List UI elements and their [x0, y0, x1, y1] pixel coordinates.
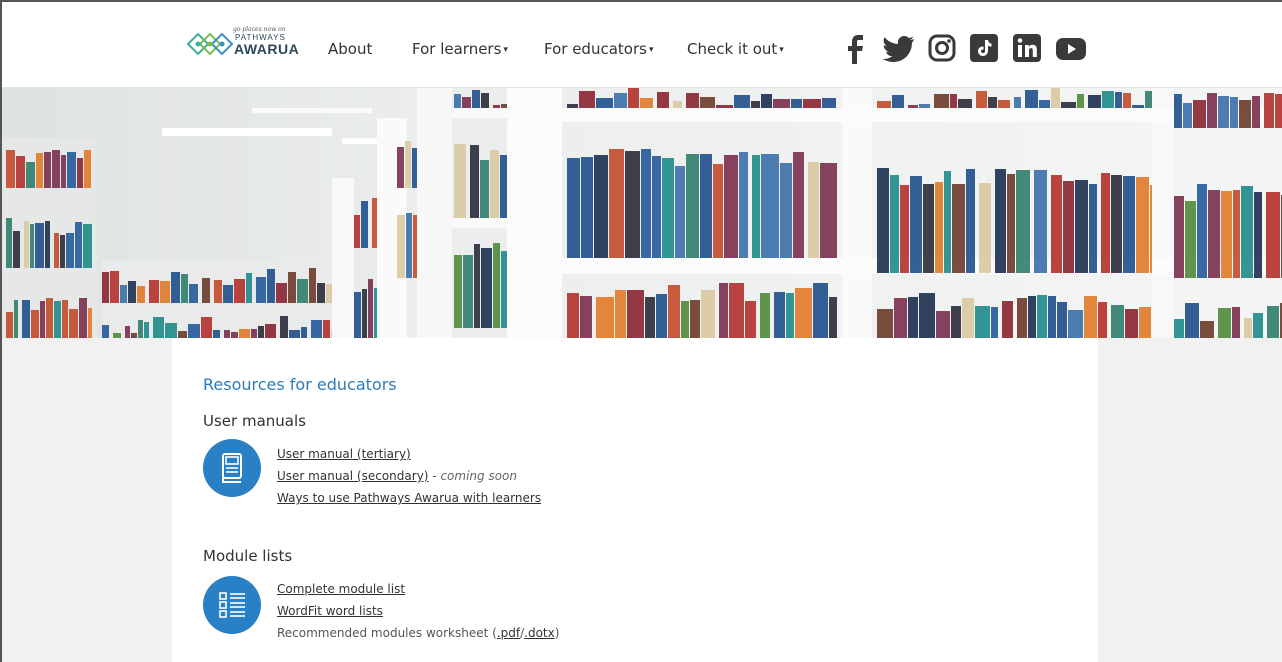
nav-for-educators[interactable]: For educators ▾ — [544, 40, 653, 58]
chevron-down-icon: ▾ — [648, 45, 654, 55]
pathways-awarua-logo[interactable]: go places now on PATHWAYS AWARUA — [186, 26, 302, 64]
list-item: User manual (secondary) - coming soon — [277, 469, 517, 483]
list-icon — [203, 576, 261, 634]
ways-to-use-link[interactable]: Ways to use Pathways Awarua with learner… — [277, 491, 541, 505]
worksheet-pdf-link[interactable]: .pdf — [497, 626, 520, 640]
facebook-icon[interactable] — [844, 34, 866, 64]
list-item: WordFit word lists — [277, 604, 383, 618]
main-content: Resources for educators User manuals Use… — [172, 338, 1098, 662]
list-item: Recommended modules worksheet (.pdf/.dot… — [277, 626, 559, 640]
youtube-icon[interactable] — [1056, 38, 1086, 60]
book-icon — [203, 439, 261, 497]
worksheet-dotx-link[interactable]: .dotx — [524, 626, 555, 640]
module-lists-heading: Module lists — [203, 547, 293, 565]
logo-tagline: go places now on — [233, 26, 286, 33]
user-manual-secondary-link[interactable]: User manual (secondary) — [277, 469, 428, 483]
chevron-down-icon: ▾ — [503, 45, 508, 55]
library-hero-image — [2, 88, 1282, 338]
complete-module-list-link[interactable]: Complete module list — [277, 582, 405, 596]
nav-for-educators-label: For educators — [544, 40, 647, 58]
dash-text: - — [428, 469, 441, 483]
nav-about[interactable]: About — [328, 40, 372, 58]
worksheet-label: Recommended modules worksheet ( — [277, 626, 497, 640]
list-item: Complete module list — [277, 582, 405, 596]
linkedin-icon[interactable] — [1013, 34, 1041, 62]
nav-check-it-out-label: Check it out — [687, 40, 778, 58]
twitter-icon[interactable] — [883, 36, 915, 62]
coming-soon-text: coming soon — [440, 469, 517, 483]
instagram-icon[interactable] — [928, 34, 956, 62]
logo-line2: AWARUA — [234, 41, 300, 57]
list-item: User manual (tertiary) — [277, 447, 411, 461]
logo-diamonds-icon — [186, 32, 234, 56]
user-manuals-heading: User manuals — [203, 412, 306, 430]
page-title: Resources for educators — [203, 375, 397, 394]
list-item: Ways to use Pathways Awarua with learner… — [277, 491, 541, 505]
nav-check-it-out[interactable]: Check it out ▾ — [687, 40, 784, 58]
user-manual-tertiary-link[interactable]: User manual (tertiary) — [277, 447, 411, 461]
nav-for-learners[interactable]: For learners ▾ — [412, 40, 508, 58]
close-paren-text: ) — [554, 626, 560, 640]
nav-for-learners-label: For learners — [412, 40, 502, 58]
chevron-down-icon: ▾ — [779, 45, 784, 55]
wordfit-word-lists-link[interactable]: WordFit word lists — [277, 604, 383, 618]
tiktok-icon[interactable] — [970, 34, 998, 62]
site-header: go places now on PATHWAYS AWARUA About F… — [2, 2, 1282, 88]
